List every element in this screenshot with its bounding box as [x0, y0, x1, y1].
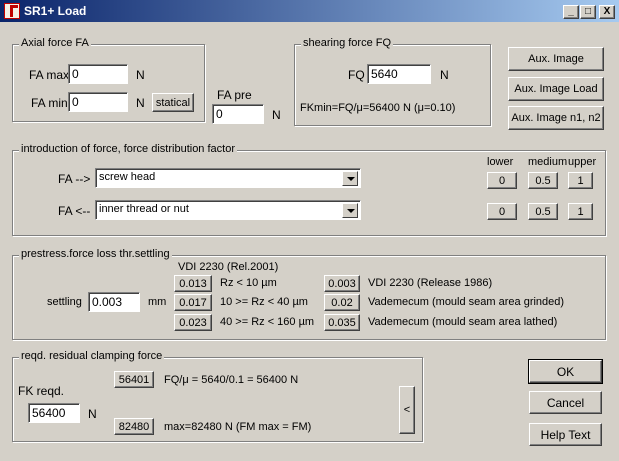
introduction-legend: introduction of force, force distributio… — [19, 143, 237, 155]
aux-image-button[interactable]: Aux. Image — [508, 47, 604, 71]
aux-image-load-button[interactable]: Aux. Image Load — [508, 77, 604, 101]
settling-desc: VDI 2230 (Release 1986) — [368, 277, 493, 289]
axial-force-legend: Axial force FA — [19, 37, 91, 49]
cancel-button[interactable]: Cancel — [529, 391, 602, 414]
fapre-unit: N — [272, 108, 281, 122]
settling-input[interactable]: 0.003 — [88, 292, 140, 312]
fk-reqd-unit: N — [88, 407, 97, 421]
settling-value-button[interactable]: 0.013 — [174, 275, 212, 292]
fq-label: FQ — [348, 68, 365, 82]
prestress-legend: prestress.force loss thr.settling — [19, 248, 172, 260]
fapre-label: FA pre — [217, 88, 252, 102]
chevron-down-icon[interactable] — [342, 203, 358, 218]
fk-reqd-label: FK reqd. — [18, 384, 65, 398]
settling-desc: 10 >= Rz < 40 µm — [220, 296, 308, 308]
vdi-header: VDI 2230 (Rel.2001) — [178, 261, 279, 273]
settling-value-button[interactable]: 0.003 — [324, 275, 360, 292]
fa-backward-medium-button[interactable]: 0.5 — [528, 203, 558, 220]
clamping-max-button[interactable]: 82480 — [114, 418, 154, 435]
famin-input[interactable]: 0 — [68, 92, 128, 112]
clamping-fq-text: FQ/μ = 5640/0.1 = 56400 N — [164, 374, 299, 386]
shearing-force-legend: shearing force FQ — [301, 37, 394, 49]
col-medium-label: medium — [528, 156, 568, 168]
clamping-back-button[interactable]: < — [399, 386, 415, 434]
fq-input[interactable]: 5640 — [367, 64, 431, 84]
fk-reqd-input[interactable]: 56400 — [28, 403, 80, 423]
statical-button[interactable]: statical — [152, 93, 194, 112]
help-text-button[interactable]: Help Text — [529, 423, 602, 446]
famax-label: FA max — [29, 68, 70, 82]
minimize-button[interactable]: _ — [563, 5, 579, 19]
close-button[interactable]: X — [599, 5, 615, 19]
fa-backward-select[interactable]: inner thread or nut — [95, 200, 361, 220]
famin-label: FA min — [31, 96, 68, 110]
fa-forward-select[interactable]: screw head — [95, 168, 361, 188]
fa-forward-label: FA --> — [58, 172, 91, 186]
settling-desc: Vademecum (mould seam area lathed) — [368, 316, 558, 328]
settling-desc: 40 >= Rz < 160 µm — [220, 316, 315, 328]
chevron-down-icon[interactable] — [342, 171, 358, 186]
settling-value-button[interactable]: 0.017 — [174, 294, 212, 311]
fapre-input[interactable]: 0 — [212, 104, 264, 124]
aux-image-n1n2-button[interactable]: Aux. Image n1, n2 — [508, 106, 604, 130]
clamping-fq-button[interactable]: 56401 — [114, 371, 154, 388]
famin-unit: N — [136, 96, 145, 110]
clamping-max-text: max=82480 N (FM max = FM) — [164, 421, 312, 433]
window-title: SR1+ Load — [24, 4, 87, 18]
fa-backward-label: FA <-- — [58, 204, 91, 218]
fa-forward-upper-button[interactable]: 1 — [568, 172, 593, 189]
maximize-button[interactable]: □ — [580, 5, 596, 19]
fq-unit: N — [440, 68, 449, 82]
ok-button[interactable]: OK — [528, 359, 603, 384]
settling-value-button[interactable]: 0.023 — [174, 314, 212, 331]
settling-label: settling — [47, 296, 82, 308]
col-upper-label: upper — [568, 156, 597, 168]
introduction-group: introduction of force, force distributio… — [12, 143, 606, 236]
settling-value-button[interactable]: 0.02 — [324, 294, 360, 311]
fkmin-text: FKmin=FQ/μ=56400 N (μ=0.10) — [300, 102, 456, 114]
settling-desc: Rz < 10 µm — [220, 277, 277, 289]
col-lower-label: lower — [487, 156, 514, 168]
fa-forward-selected: screw head — [99, 171, 156, 183]
famax-unit: N — [136, 68, 145, 82]
clamping-legend: reqd. residual clamping force — [19, 350, 165, 362]
fa-backward-selected: inner thread or nut — [99, 203, 189, 215]
settling-desc: Vademecum (mould seam area grinded) — [368, 296, 565, 308]
famax-input[interactable]: 0 — [68, 64, 128, 84]
fa-forward-lower-button[interactable]: 0 — [487, 172, 517, 189]
fa-forward-medium-button[interactable]: 0.5 — [528, 172, 558, 189]
settling-value-button[interactable]: 0.035 — [324, 314, 360, 331]
title-bar[interactable]: SR1+ Load _ □ X — [0, 0, 619, 22]
settling-unit: mm — [148, 296, 167, 308]
app-icon — [4, 3, 20, 19]
fa-backward-lower-button[interactable]: 0 — [487, 203, 517, 220]
fa-backward-upper-button[interactable]: 1 — [568, 203, 593, 220]
